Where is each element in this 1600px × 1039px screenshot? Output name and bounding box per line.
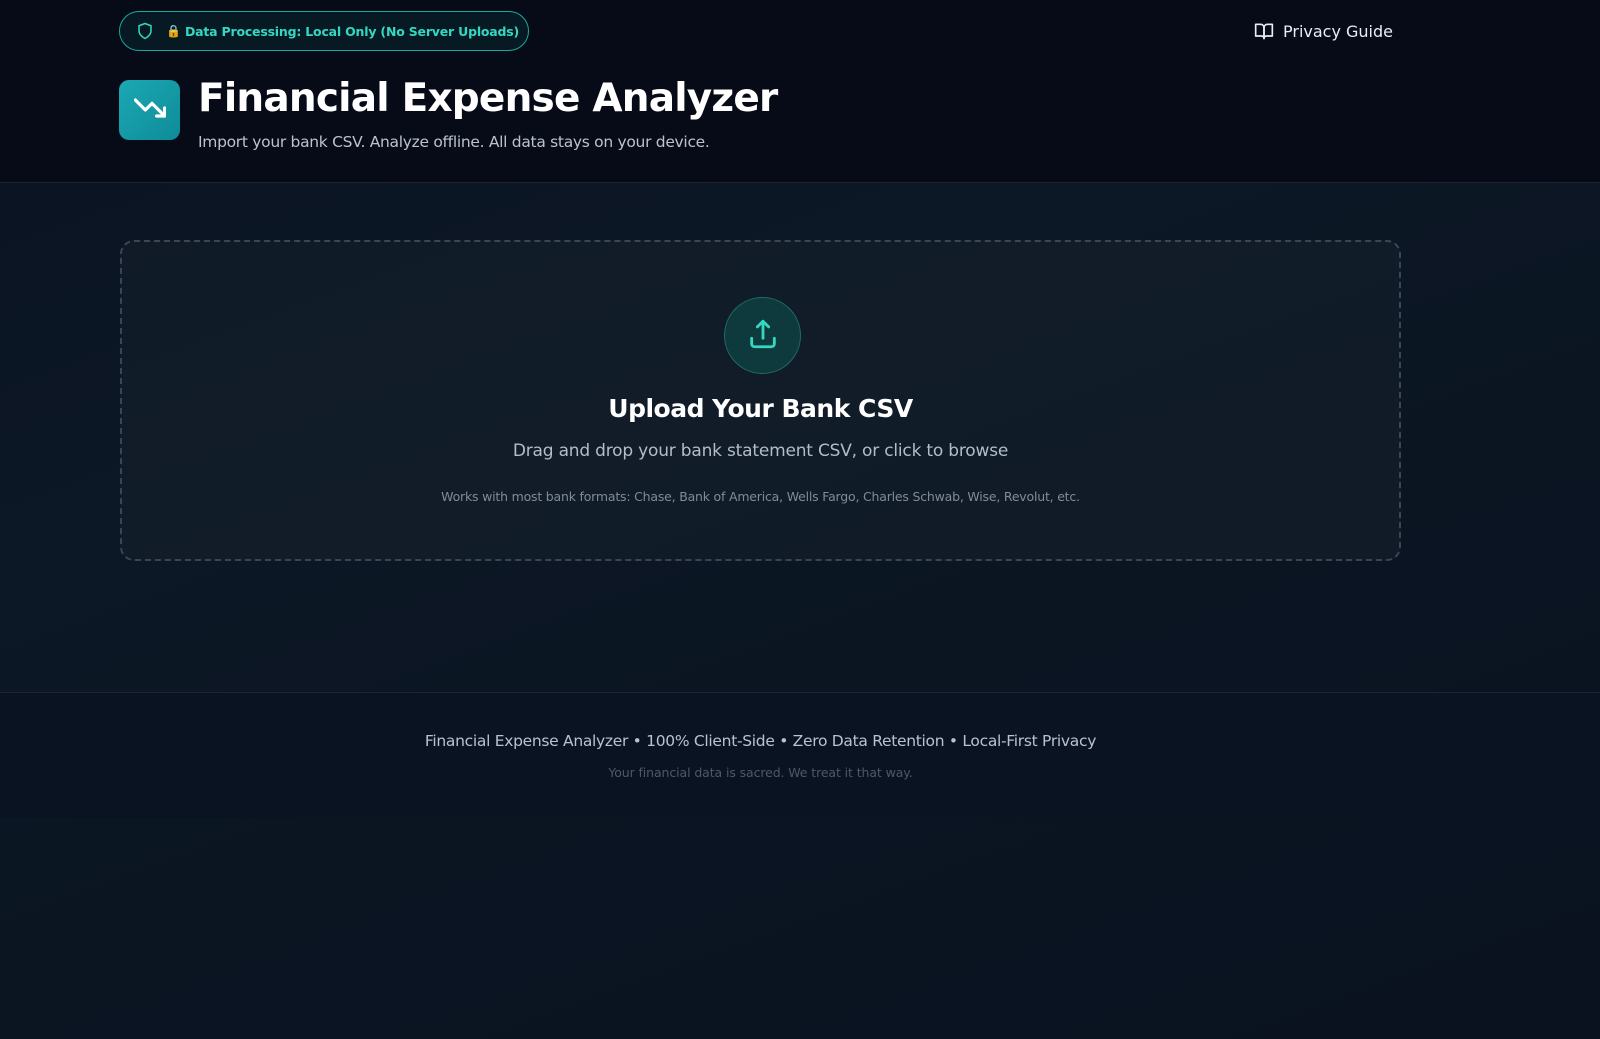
- footer-tagline: Financial Expense Analyzer • 100% Client…: [424, 732, 1097, 750]
- upload-description: Drag and drop your bank statement CSV, o…: [512, 441, 1009, 461]
- shield-icon: [136, 22, 154, 40]
- footer-subtext: Your financial data is sacred. We treat …: [608, 765, 913, 780]
- local-processing-badge: 🔒 Data Processing: Local Only (No Server…: [119, 11, 529, 51]
- privacy-guide-link[interactable]: Privacy Guide: [1254, 18, 1393, 44]
- csv-upload-dropzone[interactable]: Upload Your Bank CSV Drag and drop your …: [120, 240, 1401, 561]
- privacy-guide-label: Privacy Guide: [1283, 21, 1393, 41]
- trending-down-icon: [133, 92, 166, 128]
- upload-title: Upload Your Bank CSV: [608, 394, 913, 423]
- page-subtitle: Import your bank CSV. Analyze offline. A…: [198, 133, 710, 151]
- upload-icon: [746, 317, 780, 355]
- book-open-icon: [1254, 21, 1274, 41]
- badge-text: Data Processing: Local Only (No Server U…: [184, 23, 520, 39]
- page-title: Financial Expense Analyzer: [198, 76, 778, 121]
- app-logo: [119, 80, 180, 140]
- lock-icon: 🔒: [166, 24, 181, 38]
- upload-icon-circle: [724, 297, 801, 374]
- app-header: 🔒 Data Processing: Local Only (No Server…: [0, 0, 1600, 183]
- app-footer: Financial Expense Analyzer • 100% Client…: [0, 692, 1600, 818]
- supported-formats-note: Works with most bank formats: Chase, Ban…: [441, 489, 1080, 504]
